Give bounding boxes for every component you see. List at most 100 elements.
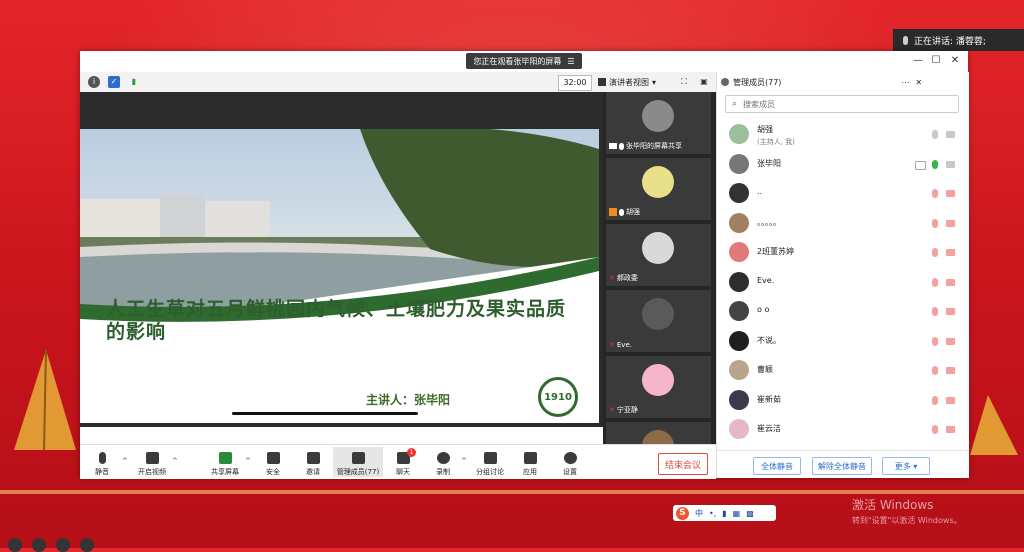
member-row[interactable]: 胡强 (主持人, 我): [717, 120, 969, 148]
share-screen-button[interactable]: 共享屏幕: [205, 447, 245, 477]
camera-off-icon[interactable]: [946, 396, 955, 404]
mic-muted-icon[interactable]: [932, 277, 938, 287]
mic-muted-icon[interactable]: [932, 425, 938, 434]
taskbar-icon[interactable]: [56, 538, 70, 552]
close-icon[interactable]: ✕: [915, 78, 922, 87]
chevron-up-icon[interactable]: ^: [172, 457, 178, 465]
thumbnail-label: ✕ 郝政委: [609, 273, 638, 283]
member-row[interactable]: Eve.: [717, 268, 969, 296]
viewing-indicator[interactable]: 您正在观看张毕阳的屏幕 ☰: [466, 53, 582, 69]
mic-muted-icon[interactable]: [932, 366, 938, 375]
windows-activation-watermark: 激活 Windows 转到"设置"以激活 Windows。: [852, 496, 962, 526]
camera-off-icon[interactable]: [946, 278, 955, 286]
mic-icon[interactable]: [932, 159, 938, 169]
apps-button[interactable]: 应用: [510, 447, 550, 477]
end-meeting-button[interactable]: 结束会议: [658, 453, 708, 475]
mic-muted-icon[interactable]: [932, 336, 938, 346]
chat-button[interactable]: 聊天 1: [383, 447, 423, 477]
mic-muted-icon[interactable]: [932, 395, 938, 405]
video-button[interactable]: 开启视频: [132, 447, 172, 477]
ime-language[interactable]: 中: [695, 508, 703, 519]
mute-all-button[interactable]: 全体静音: [753, 457, 801, 475]
camera-off-icon[interactable]: [946, 337, 955, 345]
record-icon: [436, 452, 450, 464]
maximize-icon[interactable]: ☐: [930, 55, 942, 67]
mic-muted-icon[interactable]: [932, 189, 938, 198]
mic-icon: [619, 208, 624, 216]
camera-off-icon[interactable]: [946, 131, 955, 138]
mic-icon: [619, 142, 624, 150]
fullscreen-icon[interactable]: ⛶: [678, 76, 690, 88]
mic-icon: [903, 35, 908, 45]
signal-icon[interactable]: ▮: [128, 76, 140, 88]
mic-muted-icon[interactable]: [932, 218, 938, 228]
taskbar-icon[interactable]: [32, 538, 46, 552]
camera-off-icon[interactable]: [946, 367, 955, 374]
thumbnail[interactable]: 胡强: [606, 158, 711, 220]
search-box[interactable]: ⌕: [725, 95, 959, 113]
info-icon[interactable]: i: [88, 76, 100, 88]
member-name: 崔云洁: [757, 424, 781, 433]
unmute-all-button[interactable]: 解除全体静音: [812, 457, 872, 475]
taskbar-icon[interactable]: [80, 538, 94, 552]
member-row[interactable]: 。。。。。: [717, 209, 969, 237]
chevron-up-icon[interactable]: ^: [122, 457, 128, 465]
security-button[interactable]: 安全: [253, 447, 293, 477]
mute-button[interactable]: 静音: [82, 447, 122, 477]
ime-toolbar[interactable]: S 中 •, ▮ ▦ ▩: [673, 505, 776, 521]
member-name: Eve.: [757, 275, 775, 285]
watermark-title: 激活 Windows: [852, 498, 934, 512]
breakout-button[interactable]: 分组讨论: [470, 447, 510, 477]
thumbnail[interactable]: 张毕阳的屏幕共享: [606, 92, 711, 154]
mic-icon[interactable]: [932, 130, 938, 139]
mic-muted-icon[interactable]: [932, 248, 938, 257]
chevron-up-icon[interactable]: ^: [245, 457, 251, 465]
member-row[interactable]: ..: [717, 179, 969, 207]
member-row[interactable]: 2班董苏婷: [717, 238, 969, 266]
thumbnail[interactable]: [606, 422, 711, 444]
camera-off-icon[interactable]: [946, 190, 955, 197]
ime-punctuation[interactable]: •,: [709, 509, 716, 518]
settings-button[interactable]: 设置: [550, 447, 590, 477]
camera-off-icon[interactable]: [946, 249, 955, 256]
member-name: 曹颖: [757, 365, 773, 374]
more-icon[interactable]: ⋯: [901, 78, 909, 87]
camera-off-icon[interactable]: [946, 308, 955, 315]
member-row[interactable]: 曹颖: [717, 356, 969, 384]
members-button[interactable]: 管理成员(77): [333, 447, 383, 477]
settings-label: 设置: [563, 468, 577, 476]
camera-off-icon[interactable]: [946, 426, 955, 433]
sidebar-toggle-icon[interactable]: ▣: [698, 76, 710, 88]
search-input[interactable]: [741, 98, 946, 110]
member-row[interactable]: 崔新茹: [717, 386, 969, 414]
thumbnail[interactable]: ✕ 宁亚静: [606, 356, 711, 418]
camera-off-icon[interactable]: [946, 219, 955, 227]
member-row[interactable]: 不说。: [717, 327, 969, 355]
member-row[interactable]: 崔云洁: [717, 415, 969, 443]
slide-presenter: 主讲人：张毕阳: [366, 393, 451, 407]
more-button[interactable]: 更多 ▾: [882, 457, 930, 475]
mic-muted-icon[interactable]: [932, 307, 938, 316]
mic-icon[interactable]: ▮: [722, 509, 726, 518]
record-button[interactable]: 录制: [423, 447, 463, 477]
minimize-icon[interactable]: —: [912, 55, 924, 67]
record-label: 录制: [436, 468, 450, 476]
shield-icon[interactable]: ✓: [108, 76, 120, 88]
camera-off-icon[interactable]: [946, 160, 955, 168]
thumbnail[interactable]: ✕ 郝政委: [606, 224, 711, 286]
sail-decoration-right: [970, 395, 1018, 455]
invite-button[interactable]: 邀请: [293, 447, 333, 477]
thumbnail[interactable]: ✕ Eve.: [606, 290, 711, 352]
member-row[interactable]: o o: [717, 297, 969, 325]
shield-icon: [266, 452, 280, 464]
presentation-slide: 人工生草对五月鲜桃园内气候、土壤肥力及果实品质的影响 主讲人：张毕阳 1910: [80, 129, 599, 423]
thumbnail-avatar: [642, 298, 674, 330]
taskbar-icon[interactable]: [8, 538, 22, 552]
speaker-view-button[interactable]: 演讲者视图 ▾: [598, 75, 656, 89]
member-row[interactable]: 张毕阳: [717, 150, 969, 178]
chevron-up-icon[interactable]: ^: [461, 457, 467, 465]
thumbnail-label: 张毕阳的屏幕共享: [609, 141, 682, 151]
keyboard-icon[interactable]: ▦: [733, 509, 741, 518]
grid-icon[interactable]: ▩: [746, 509, 754, 518]
close-icon[interactable]: ✕: [949, 55, 961, 67]
